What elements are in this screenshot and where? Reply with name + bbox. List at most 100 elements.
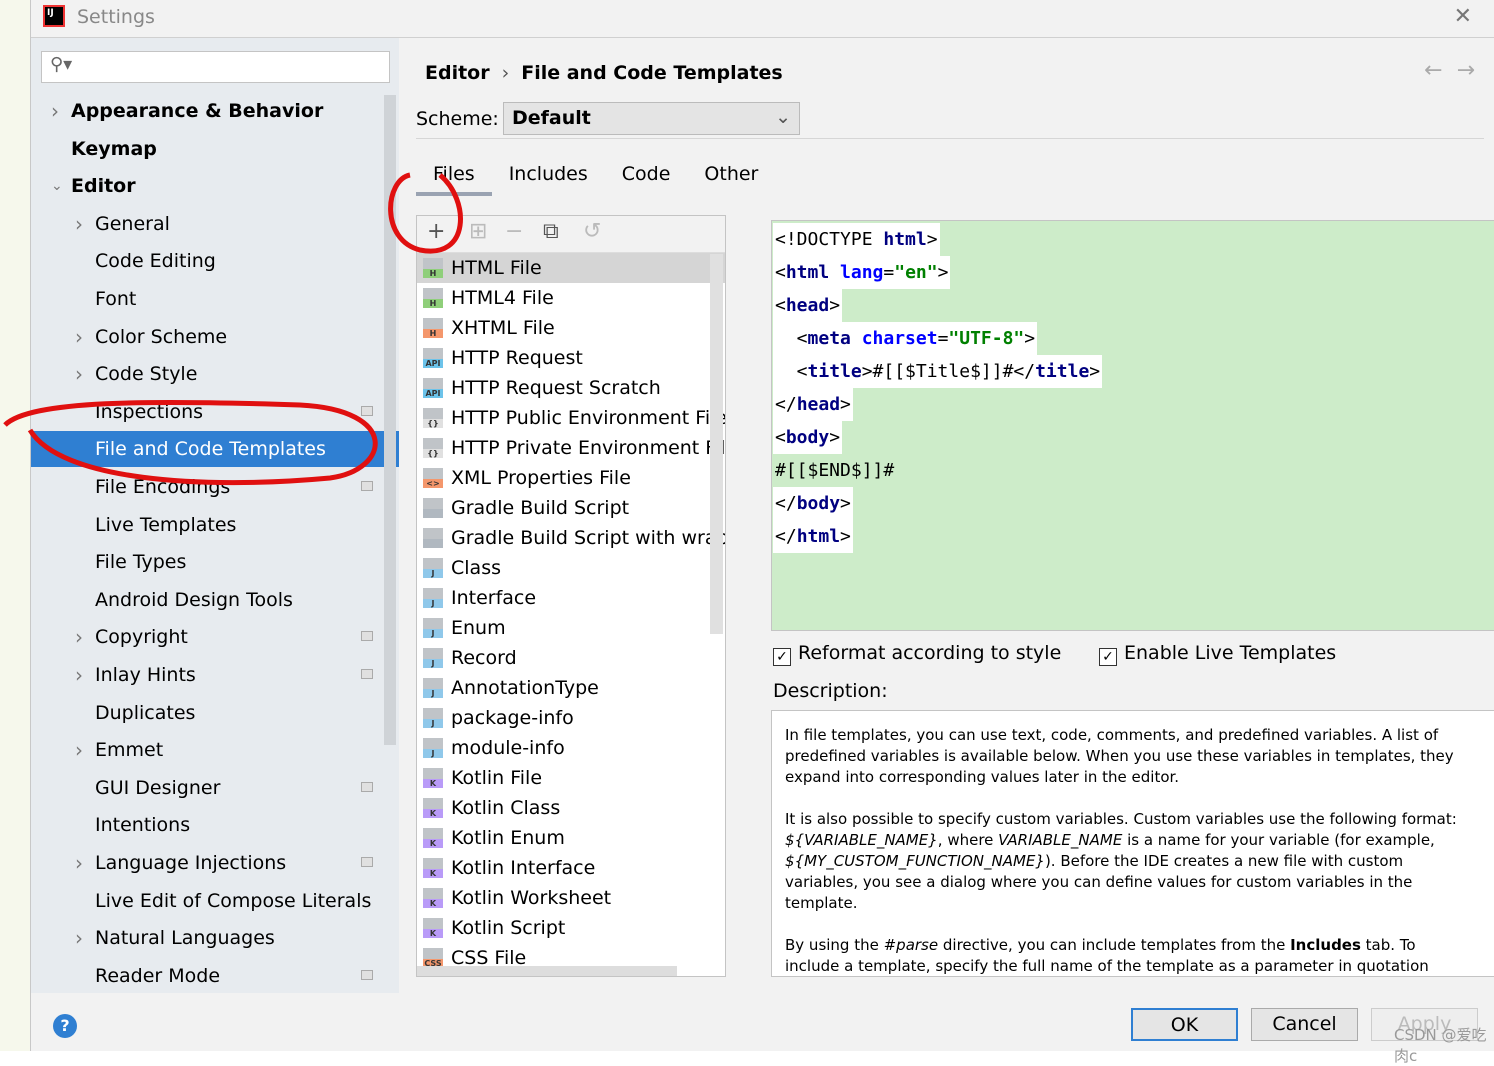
sidebar-item[interactable]: Live Edit of Compose Literals <box>31 883 399 919</box>
code-line: </head> <box>773 388 853 421</box>
list-scrollbar[interactable] <box>710 254 723 634</box>
remove-icon[interactable]: − <box>505 219 523 244</box>
sidebar-item[interactable]: › Natural Languages <box>31 920 399 956</box>
chevron-right-icon: › <box>75 324 83 349</box>
cancel-button[interactable]: Cancel <box>1251 1008 1358 1041</box>
code-token: </ <box>775 493 797 514</box>
settings-search-input[interactable]: ⚲▾ <box>41 51 390 83</box>
list-item-label: XML Properties File <box>451 467 631 489</box>
list-item-label: Class <box>451 557 501 579</box>
list-item-label: HTML4 File <box>451 287 554 309</box>
file-type-j-icon: J <box>423 648 443 668</box>
template-code-editor[interactable]: <!DOCTYPE html> <html lang="en"> <head> <m… <box>771 220 1494 631</box>
sidebar-item[interactable]: Live Templates <box>31 507 399 543</box>
list-item[interactable]: {} HTTP Private Environment File <box>417 433 725 463</box>
list-item[interactable]: J AnnotationType <box>417 673 725 703</box>
scheme-label: Scheme: <box>416 108 499 130</box>
code-token: html <box>883 229 927 250</box>
list-item[interactable]: H XHTML File <box>417 313 725 343</box>
ok-button[interactable]: OK <box>1131 1008 1238 1041</box>
sidebar-item[interactable]: File Types <box>31 544 399 580</box>
sidebar-item[interactable]: Font <box>31 281 399 317</box>
add-icon[interactable]: + <box>427 219 445 244</box>
divider <box>416 138 1484 139</box>
sidebar-scrollbar[interactable] <box>384 95 396 745</box>
list-item-label: HTML File <box>451 257 542 279</box>
list-item-label: Enum <box>451 617 506 639</box>
tab-files[interactable]: Files <box>416 163 492 196</box>
sidebar-item[interactable]: Intentions <box>31 807 399 843</box>
sidebar-item[interactable]: › Code Style <box>31 356 399 392</box>
breadcrumb-separator: › <box>501 62 510 84</box>
sidebar-item[interactable]: Inspections <box>31 394 399 430</box>
list-item[interactable]: K Kotlin Class <box>417 793 725 823</box>
list-item[interactable]: API HTTP Request <box>417 343 725 373</box>
reformat-checkbox[interactable]: ✓ Reformat according to style <box>773 642 1061 666</box>
close-icon[interactable]: ✕ <box>1454 4 1472 29</box>
list-item[interactable]: J Record <box>417 643 725 673</box>
list-item[interactable]: J Enum <box>417 613 725 643</box>
scheme-value: Default <box>512 107 591 129</box>
sidebar-item[interactable]: File Encodings <box>31 469 399 505</box>
list-horizontal-scrollbar[interactable] <box>417 966 677 976</box>
list-item[interactable]: K Kotlin Enum <box>417 823 725 853</box>
list-item[interactable]: J Class <box>417 553 725 583</box>
list-item[interactable]: Jpackage-info <box>417 703 725 733</box>
live-templates-label: Enable Live Templates <box>1124 642 1337 664</box>
sidebar-item[interactable]: › Inlay Hints <box>31 657 399 693</box>
sidebar-item[interactable]: › Language Injections <box>31 845 399 881</box>
copy-icon[interactable]: ⧉ <box>543 219 559 244</box>
sidebar-item[interactable]: GUI Designer <box>31 770 399 806</box>
help-icon[interactable]: ? <box>53 1014 77 1038</box>
scheme-select[interactable]: Default ⌄ <box>503 102 800 135</box>
sidebar-item-label: Code Style <box>95 363 198 386</box>
tab-other[interactable]: Other <box>687 163 775 196</box>
sidebar-item[interactable]: Duplicates <box>31 695 399 731</box>
code-token: < <box>775 295 786 316</box>
code-token: body <box>785 427 830 448</box>
list-item[interactable]: Gradle Build Script with wrapper <box>417 523 725 553</box>
sidebar-item[interactable]: › Emmet <box>31 732 399 768</box>
file-type-api-icon: API <box>423 348 443 368</box>
list-item[interactable]: K Kotlin Interface <box>417 853 725 883</box>
list-item[interactable]: Jmodule-info <box>417 733 725 763</box>
list-item[interactable]: <> XML Properties File <box>417 463 725 493</box>
list-item[interactable]: K Kotlin Worksheet <box>417 883 725 913</box>
list-item[interactable]: J Interface <box>417 583 725 613</box>
file-type-<>-icon: <> <box>423 468 443 488</box>
back-arrow-icon[interactable]: ← <box>1424 58 1442 83</box>
add-child-icon[interactable]: ⊞ <box>469 219 487 244</box>
list-item-label: package-info <box>451 707 574 729</box>
list-item[interactable]: API HTTP Request Scratch <box>417 373 725 403</box>
list-item[interactable]: Gradle Build Script <box>417 493 725 523</box>
background-window <box>0 0 30 1051</box>
sidebar-item[interactable]: File and Code Templates <box>31 431 399 468</box>
tab-code[interactable]: Code <box>605 163 688 196</box>
list-item-label: Kotlin Class <box>451 797 561 819</box>
sidebar-item[interactable]: › Color Scheme <box>31 319 399 355</box>
file-type-k-icon: K <box>423 768 443 788</box>
list-item[interactable]: K Kotlin File <box>417 763 725 793</box>
window-title: Settings <box>77 6 155 28</box>
list-item[interactable]: H HTML4 File <box>417 283 725 313</box>
live-templates-checkbox[interactable]: ✓ Enable Live Templates <box>1099 642 1336 666</box>
sidebar-item[interactable]: Reader Mode <box>31 958 399 994</box>
sidebar-item-label: Inspections <box>95 400 204 423</box>
breadcrumb-parent[interactable]: Editor <box>425 62 490 84</box>
tab-includes[interactable]: Includes <box>492 163 605 196</box>
code-line: #[[$END$]]# <box>773 454 896 487</box>
sidebar-item[interactable]: › Copyright <box>31 619 399 655</box>
sidebar-item[interactable]: Keymap <box>31 131 399 167</box>
sidebar-item[interactable]: ⌄ Editor <box>31 168 399 204</box>
sidebar-item[interactable]: › General <box>31 206 399 242</box>
list-item[interactable]: {} HTTP Public Environment File <box>417 403 725 433</box>
sidebar-item[interactable]: Android Design Tools <box>31 582 399 618</box>
forward-arrow-icon[interactable]: → <box>1457 58 1475 83</box>
sidebar-item[interactable]: › Appearance & Behavior <box>31 93 399 129</box>
sidebar-item[interactable]: Code Editing <box>31 243 399 279</box>
sidebar-item-label: Inlay Hints <box>95 664 196 686</box>
reset-icon[interactable]: ↺ <box>583 219 601 244</box>
list-item[interactable]: K Kotlin Script <box>417 913 725 943</box>
code-token: < <box>775 328 808 349</box>
list-item[interactable]: H HTML File <box>417 253 725 283</box>
